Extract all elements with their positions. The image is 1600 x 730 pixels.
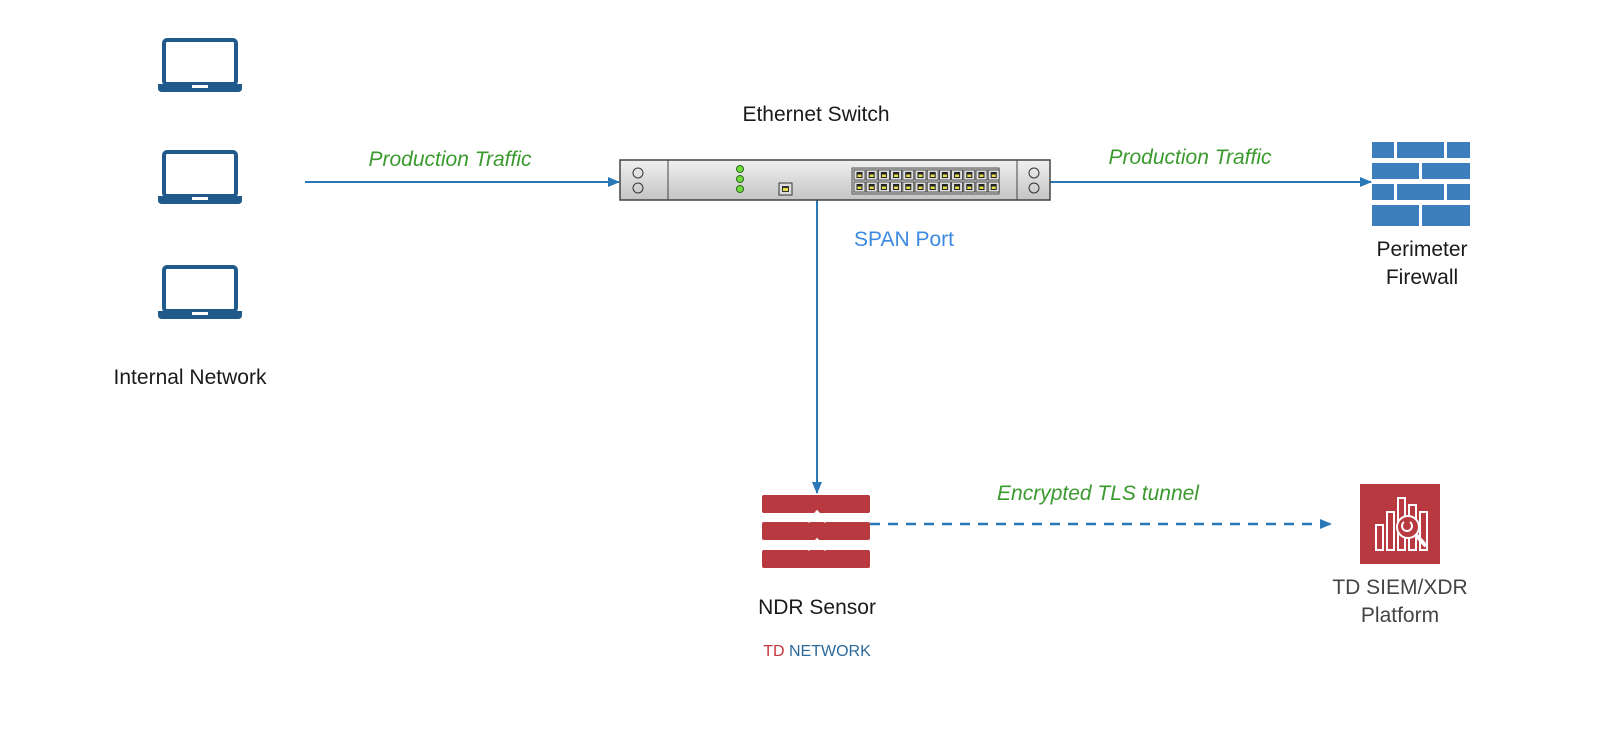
- ndr-sensor-icon: [762, 495, 870, 568]
- brand-td: TD: [763, 643, 785, 660]
- firewall-label-line2: Firewall: [1385, 266, 1459, 289]
- laptop-icon: [156, 150, 244, 206]
- edge-label-production-traffic-in: Production Traffic: [368, 148, 532, 171]
- ethernet-switch-label: Ethernet Switch: [742, 103, 890, 126]
- edge-label-production-traffic-out: Production Traffic: [1108, 146, 1272, 169]
- laptop-icon: [156, 38, 244, 94]
- edge-label-span-port: SPAN Port: [854, 228, 954, 251]
- siem-analytics-icon: [1360, 484, 1440, 564]
- firewall-label-line1: Perimeter: [1376, 238, 1468, 261]
- ethernet-switch-icon: [619, 159, 1051, 201]
- brand-network: NETWORK: [789, 643, 871, 660]
- siem-label-line1: TD SIEM/XDR: [1332, 576, 1468, 599]
- siem-label-line2: Platform: [1360, 604, 1440, 627]
- td-network-brand: TD NETWORK: [763, 638, 871, 666]
- edge-label-tls-tunnel: Encrypted TLS tunnel: [997, 482, 1199, 505]
- internal-network-label: Internal Network: [113, 366, 267, 389]
- laptop-icon: [156, 265, 244, 321]
- firewall-icon: [1372, 142, 1470, 226]
- ndr-sensor-label: NDR Sensor: [758, 596, 876, 619]
